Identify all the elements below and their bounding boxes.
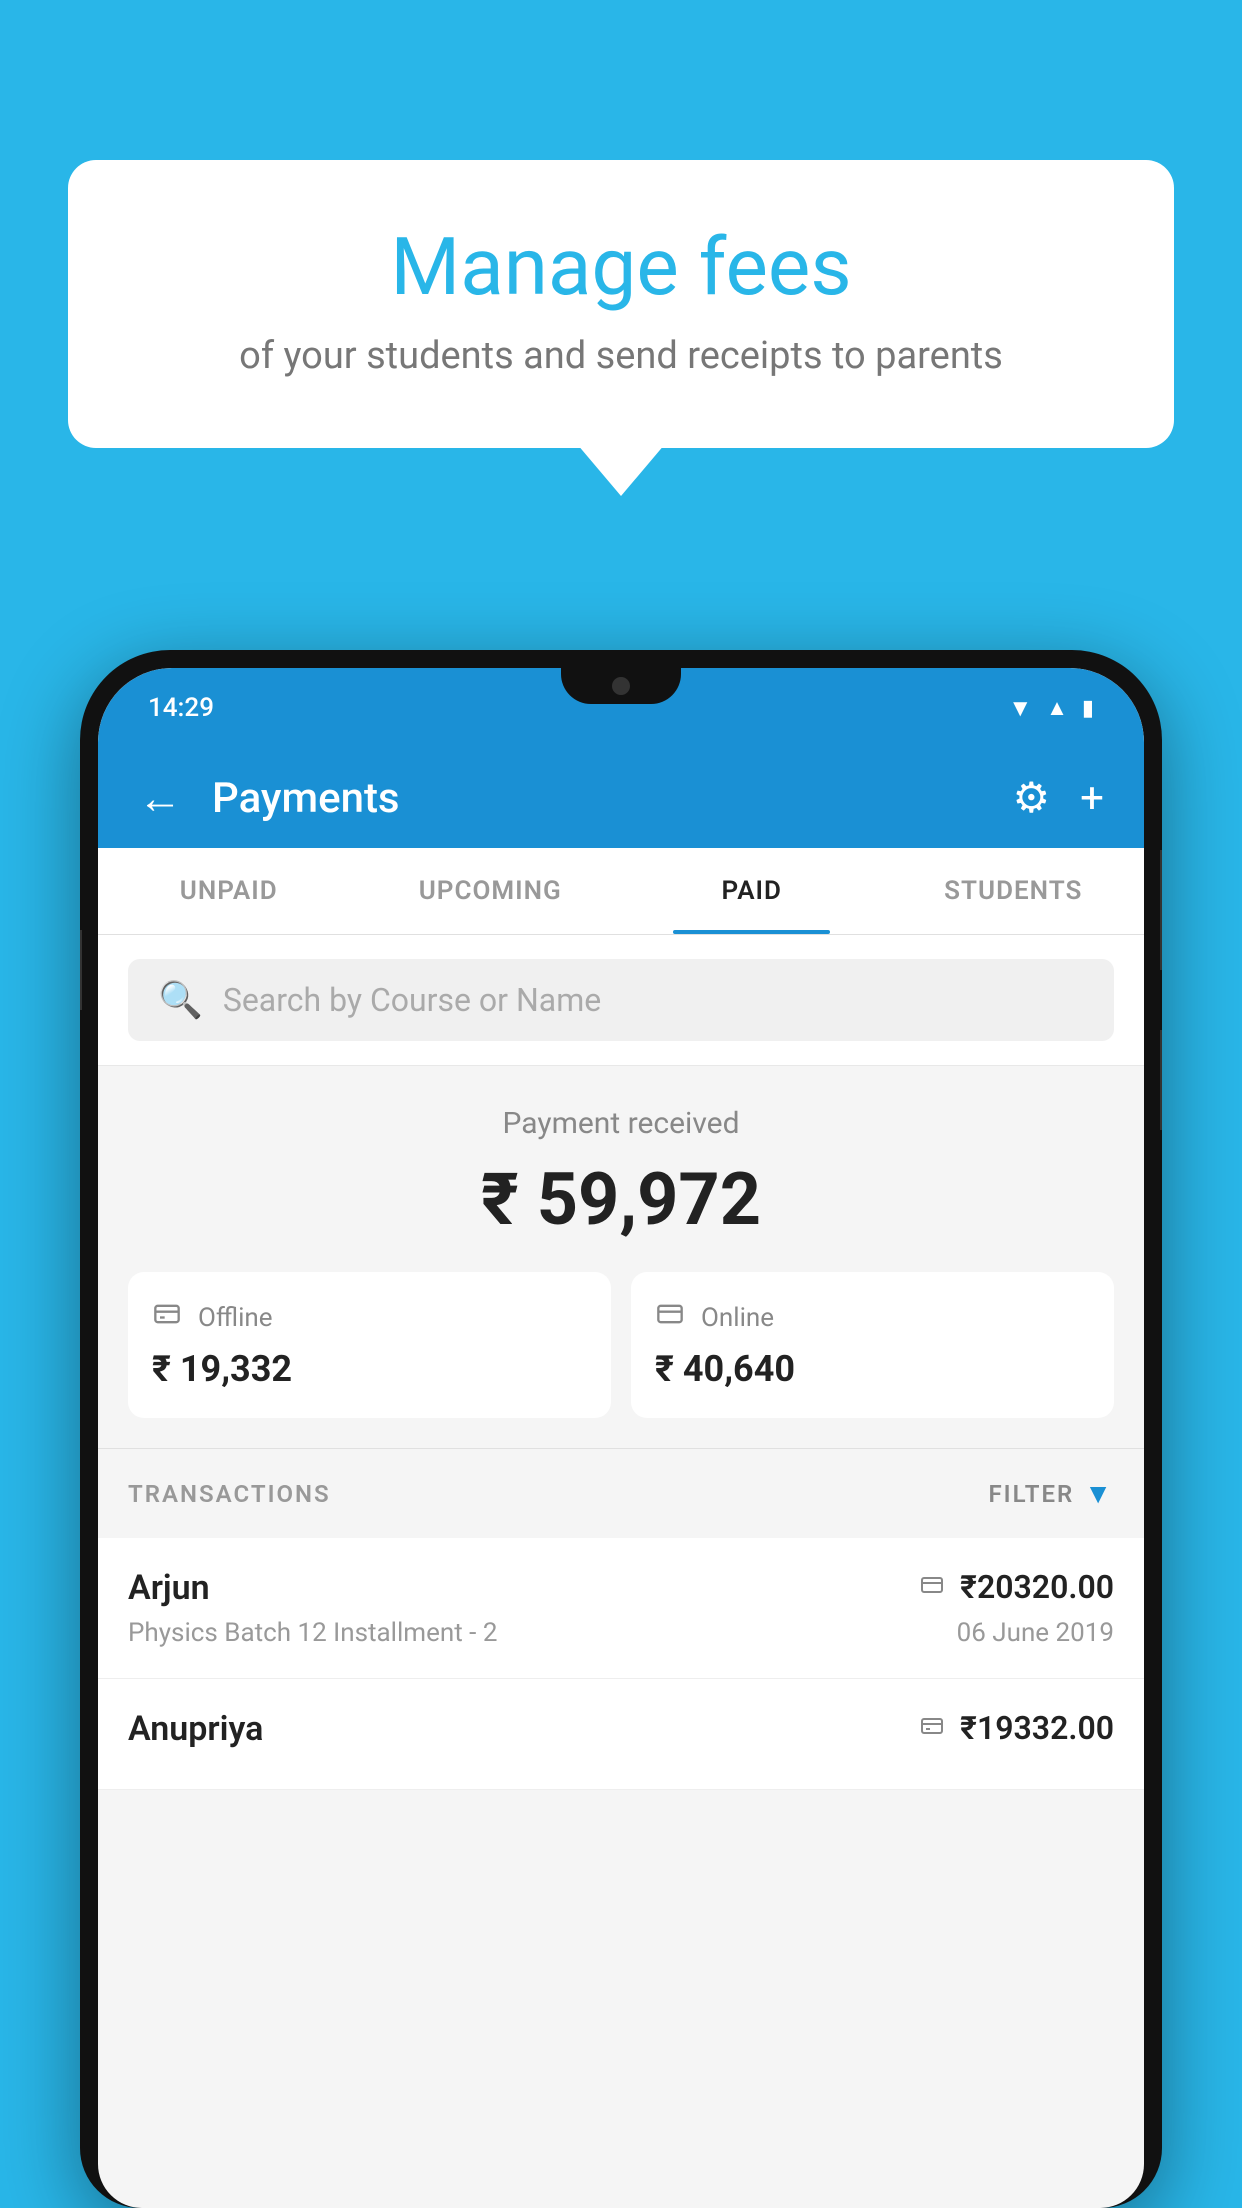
offline-label: Offline <box>198 1303 273 1333</box>
offline-card: Offline ₹ 19,332 <box>128 1272 611 1418</box>
tab-students[interactable]: STUDENTS <box>883 848 1145 934</box>
notch <box>561 668 681 704</box>
payment-summary: Payment received ₹ 59,972 Offline <box>98 1066 1144 1448</box>
online-payment-icon-1 <box>918 1571 946 1604</box>
app-bar-title: Payments <box>212 774 983 823</box>
online-card-header: Online <box>655 1300 774 1336</box>
payment-cards: Offline ₹ 19,332 Online <box>128 1272 1114 1418</box>
transaction-detail-1: Physics Batch 12 Installment - 2 06 June… <box>128 1618 1114 1648</box>
status-time: 14:29 <box>148 693 214 723</box>
transaction-row-2: Anupriya ₹19332.00 <box>128 1709 1114 1749</box>
offline-payment-icon-2 <box>918 1712 946 1745</box>
transaction-amount-2: ₹19332.00 <box>960 1709 1114 1747</box>
offline-amount: ₹ 19,332 <box>152 1348 292 1390</box>
offline-icon <box>152 1300 182 1336</box>
search-box[interactable]: 🔍 Search by Course or Name <box>128 959 1114 1041</box>
search-placeholder: Search by Course or Name <box>223 981 601 1019</box>
tabs-bar: UNPAID UPCOMING PAID STUDENTS <box>98 848 1144 935</box>
filter-button[interactable]: FILTER ▼ <box>988 1477 1114 1510</box>
signal-icon: ▲ <box>1046 695 1068 721</box>
app-bar-actions: ⚙ + <box>1013 773 1105 823</box>
volume-button <box>80 930 82 1010</box>
online-icon <box>655 1300 685 1336</box>
payment-received-label: Payment received <box>128 1106 1114 1141</box>
transactions-label: TRANSACTIONS <box>128 1480 331 1508</box>
filter-label: FILTER <box>988 1480 1074 1508</box>
bubble-title: Manage fees <box>148 220 1094 314</box>
phone-frame: 14:29 ▼ ▲ ▮ ← Payments ⚙ + <box>80 650 1162 2208</box>
transaction-date-1: 06 June 2019 <box>957 1618 1114 1648</box>
tab-unpaid[interactable]: UNPAID <box>98 848 360 934</box>
app-bar: ← Payments ⚙ + <box>98 748 1144 848</box>
transaction-amount-row-2: ₹19332.00 <box>918 1709 1114 1747</box>
filter-icon: ▼ <box>1084 1477 1114 1510</box>
status-bar: 14:29 ▼ ▲ ▮ <box>98 668 1144 748</box>
camera <box>612 677 630 695</box>
transaction-amount-row-1: ₹20320.00 <box>918 1568 1114 1606</box>
power-button <box>1160 1030 1162 1130</box>
speech-bubble: Manage fees of your students and send re… <box>68 160 1174 448</box>
status-icons: ▼ ▲ ▮ <box>1008 694 1094 723</box>
tab-upcoming[interactable]: UPCOMING <box>360 848 622 934</box>
transaction-item-arjun[interactable]: Arjun ₹20320.00 Physics Batch 12 Install… <box>98 1538 1144 1679</box>
transactions-header: TRANSACTIONS FILTER ▼ <box>98 1448 1144 1538</box>
settings-button[interactable]: ⚙ <box>1013 773 1051 823</box>
tab-paid[interactable]: PAID <box>621 848 883 934</box>
search-container: 🔍 Search by Course or Name <box>98 935 1144 1066</box>
transaction-amount-1: ₹20320.00 <box>960 1568 1114 1606</box>
offline-card-header: Offline <box>152 1300 273 1336</box>
battery-icon: ▮ <box>1082 696 1094 721</box>
wifi-icon: ▼ <box>1008 694 1032 723</box>
add-button[interactable]: + <box>1080 774 1104 823</box>
back-button[interactable]: ← <box>138 772 182 824</box>
bubble-subtitle: of your students and send receipts to pa… <box>148 334 1094 378</box>
background: Manage fees of your students and send re… <box>0 0 1242 2208</box>
transaction-row-1: Arjun ₹20320.00 <box>128 1568 1114 1608</box>
volume-right-button <box>1160 850 1162 970</box>
transaction-item-anupriya[interactable]: Anupriya ₹19332.00 <box>98 1679 1144 1790</box>
online-card: Online ₹ 40,640 <box>631 1272 1114 1418</box>
transaction-course-1: Physics Batch 12 Installment - 2 <box>128 1618 497 1648</box>
payment-total-amount: ₹ 59,972 <box>128 1157 1114 1242</box>
online-amount: ₹ 40,640 <box>655 1348 795 1390</box>
search-icon: 🔍 <box>158 979 203 1021</box>
transaction-name-1: Arjun <box>128 1568 210 1608</box>
transaction-name-2: Anupriya <box>128 1709 263 1749</box>
online-label: Online <box>701 1303 774 1333</box>
phone-screen: 14:29 ▼ ▲ ▮ ← Payments ⚙ + <box>98 668 1144 2208</box>
